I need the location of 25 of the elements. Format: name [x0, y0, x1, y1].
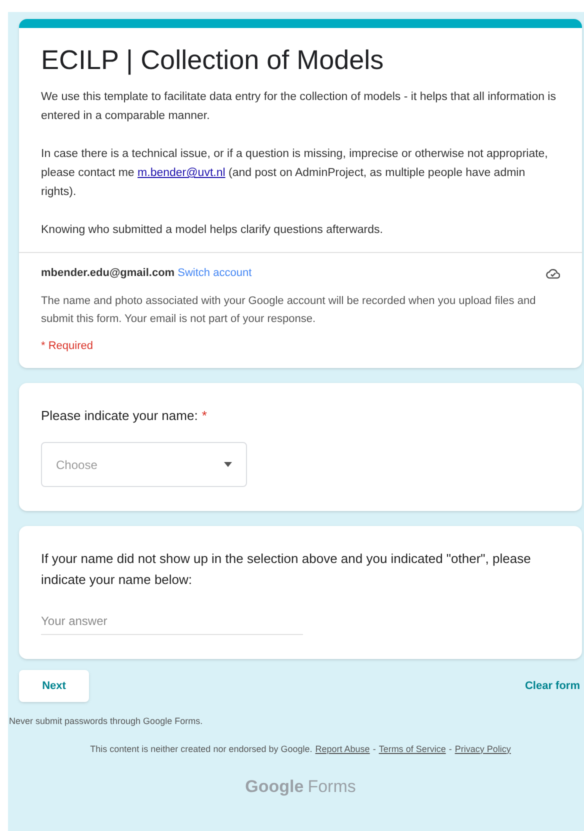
description-paragraph: We use this template to facilitate data entry for the collection of models - it helps that all information is entered in a comparable manner. — [41, 90, 557, 124]
separator: - — [372, 742, 376, 756]
description-paragraph: In case there is a technical issue, or if a question is missing, imprecise or otherwise not appropriate, please contact me m.bender@uvt.nl (and post on AdminProject, as multiple people have admin rights). — [41, 147, 549, 200]
switch-account-link[interactable]: Switch account — [178, 267, 252, 279]
description-paragraph: Knowing who submitted a model helps clarify questions afterwards. — [41, 223, 384, 238]
required-mark: * — [202, 408, 207, 423]
next-button[interactable]: Next — [19, 670, 89, 702]
account-notice: The name and photo associated with your Google account will be recorded when you upload files and submit this form. Your email is not part of your response. — [41, 294, 537, 326]
footer-link[interactable]: Privacy Policy — [454, 742, 511, 756]
footer-link[interactable]: Terms of Service — [378, 742, 446, 756]
separator: - — [448, 742, 452, 756]
disclaimer-text: This content is neither created nor endorsed by Google. — [90, 742, 312, 756]
email-link[interactable]: m.bender@uvt.nl — [138, 167, 226, 179]
answer-field[interactable]: Your answer — [41, 612, 303, 635]
google-forms-logo: Google Forms — [244, 776, 357, 798]
footer-link[interactable]: Report Abuse — [315, 742, 370, 756]
caret-icon — [224, 462, 232, 467]
question-label: If your name did not show up in the selection above and you indicated "other", please indicate your name below: — [41, 551, 531, 587]
password-warning: Never submit passwords through Google Forms. — [9, 715, 204, 728]
form-title: ECILP | Collection of Models — [41, 44, 385, 77]
question-label: Please indicate your name: — [41, 408, 198, 423]
required-note: * Required — [41, 338, 94, 354]
clear-form-button[interactable]: Clear form — [524, 678, 582, 694]
account-email: mbender.edu@gmail.com — [41, 267, 175, 279]
cloud-icon — [546, 268, 560, 279]
